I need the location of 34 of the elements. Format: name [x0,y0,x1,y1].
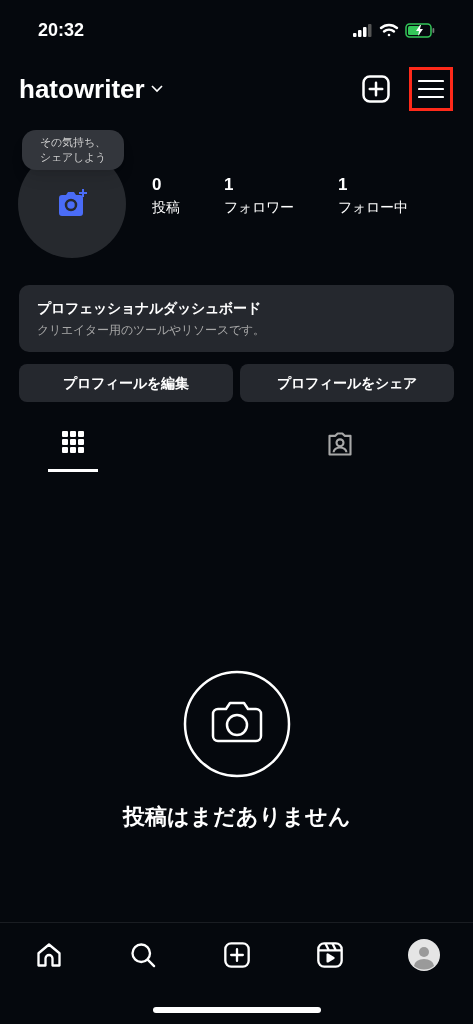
person-tag-icon [326,430,354,458]
chevron-down-icon [150,85,163,93]
camera-circle-icon [182,670,291,778]
menu-icon [418,79,444,99]
plus-icon [222,941,251,969]
grid-icon [61,430,85,454]
empty-state-message: 投稿はまだありません [122,803,351,831]
profile-tab[interactable] [48,428,98,472]
clock-time: 20:32 [38,18,85,42]
camera-add-icon [56,189,88,219]
account-switcher[interactable]: hatowriter [19,69,163,109]
dashboard-subtitle: クリエイター用のツールやリソースです。 [37,322,266,339]
stat-label: フォロー中 [338,198,408,217]
avatar-icon [408,939,440,971]
stat-label: 投稿 [152,198,180,217]
menu-button[interactable] [409,67,453,111]
stat-label: フォロワー [224,198,294,217]
stat-count: 1 [338,173,349,196]
battery-charging-icon [405,22,435,38]
stat-count: 1 [224,173,235,196]
wifi-icon [379,23,399,37]
dashboard-card[interactable]: プロフェッショナルダッシュボード クリエイター用のツールやリソースです。 [19,285,454,352]
nav-tab[interactable] [407,938,441,972]
profile-action-button[interactable]: プロフィールを編集 [19,364,233,402]
search-icon [128,941,157,969]
profile-action-button[interactable]: プロフィールをシェア [240,364,454,402]
plus-icon [361,74,391,104]
home-icon [35,941,63,969]
dashboard-title: プロフェッショナルダッシュボード [37,299,262,318]
tooltip-text: その気持ち、 [40,135,106,150]
tooltip-text: シェアしよう [40,150,106,165]
stat-count: 0 [152,173,163,196]
signal-icon [353,23,373,37]
video-icon [316,941,345,969]
